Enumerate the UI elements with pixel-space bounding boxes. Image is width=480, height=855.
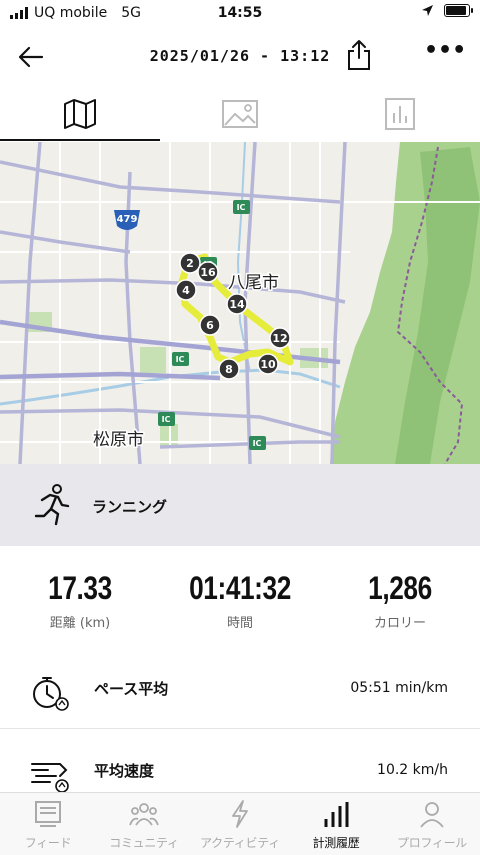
profile-icon [420, 802, 444, 828]
stat-distance: 17.33 距離 (km) [0, 570, 160, 631]
tab-map[interactable] [0, 88, 160, 140]
stat-calories: 1,286 カロリー [320, 570, 480, 631]
nav-profile[interactable]: プロフィール [384, 793, 480, 855]
nav-community[interactable]: コミュニティ [96, 793, 192, 855]
map-canvas: 479 IC IC IC IC IC 2 16 4 14 6 12 8 10 八… [0, 142, 480, 464]
chart-icon [385, 98, 415, 130]
speed-icon [31, 763, 69, 793]
km-marker-label: 16 [200, 266, 216, 279]
ic-badge-label: IC [162, 415, 171, 424]
detail-label: 平均速度 [94, 762, 155, 780]
road-badge-479: 479 [114, 210, 140, 230]
activity-type-label: ランニング [92, 498, 168, 516]
km-marker-label: 10 [260, 358, 276, 371]
activity-type-section: ランニング [0, 464, 480, 546]
ic-badge-label: IC [237, 203, 246, 212]
ic-badge-label: IC [253, 439, 262, 448]
map-icon [64, 99, 96, 129]
place-label: 八尾市 [228, 273, 279, 293]
history-icon [324, 802, 349, 827]
km-marker-label: 6 [206, 319, 214, 332]
status-bar: UQ mobile 5G 14:55 [0, 0, 480, 26]
clock: 14:55 [217, 5, 263, 21]
detail-row-pace: ペース平均 05:51 min/km [0, 660, 480, 722]
stat-value: 17.33 [48, 570, 112, 606]
battery-icon [444, 4, 473, 17]
image-icon [222, 100, 258, 128]
ic-badge-label: IC [176, 355, 185, 364]
detail-value: 10.2 km/h [377, 762, 448, 778]
route-map[interactable]: 479 IC IC IC IC IC 2 16 4 14 6 12 8 10 八… [0, 142, 480, 464]
nav-label: 計測履歴 [312, 836, 360, 850]
nav-label: アクティビティ [200, 836, 280, 850]
km-marker-label: 14 [229, 298, 245, 311]
summary-stats: 17.33 距離 (km) 01:41:32 時間 1,286 カロリー [0, 570, 480, 640]
stat-label: 時間 [226, 616, 253, 631]
bolt-icon [232, 800, 248, 828]
tab-photo[interactable] [160, 88, 320, 140]
divider [0, 728, 480, 729]
detail-value: 05:51 min/km [350, 680, 448, 696]
stopwatch-icon [33, 677, 69, 711]
stat-value: 01:41:32 [189, 570, 291, 606]
running-icon [34, 484, 70, 526]
detail-label: ペース平均 [94, 680, 169, 698]
km-marker-label: 8 [225, 363, 233, 376]
community-icon [129, 803, 159, 826]
view-tabs [0, 88, 480, 142]
stat-time: 01:41:32 時間 [160, 570, 320, 631]
place-label: 松原市 [93, 430, 144, 450]
stat-label: カロリー [373, 616, 426, 631]
nav-label: フィード [24, 836, 72, 850]
km-marker-label: 12 [272, 332, 287, 345]
location-arrow-icon [422, 5, 433, 16]
nav-label: プロフィール [397, 836, 467, 850]
stat-label: 距離 (km) [49, 616, 111, 631]
feed-icon [35, 801, 61, 827]
stat-value: 1,286 [368, 570, 432, 606]
nav-activity[interactable]: アクティビティ [192, 793, 288, 855]
nav-feed[interactable]: フィード [0, 793, 96, 855]
road-badge-label: 479 [117, 214, 138, 225]
tab-chart[interactable] [320, 88, 480, 140]
nav-label: コミュニティ [109, 836, 179, 850]
active-tab-indicator [0, 139, 160, 141]
km-marker-label: 4 [182, 284, 190, 297]
park-area [140, 347, 166, 373]
header: 2025/01/26 - 13:12 ••• [0, 26, 480, 88]
km-marker-label: 2 [186, 257, 194, 270]
share-button[interactable] [344, 38, 374, 72]
more-options-button[interactable]: ••• [424, 40, 466, 64]
bottom-nav: フィード コミュニティ アクティビティ 計測履歴 プロフィール [0, 792, 480, 855]
nav-history[interactable]: 計測履歴 [288, 793, 384, 855]
page-title: 2025/01/26 - 13:12 [149, 47, 331, 65]
